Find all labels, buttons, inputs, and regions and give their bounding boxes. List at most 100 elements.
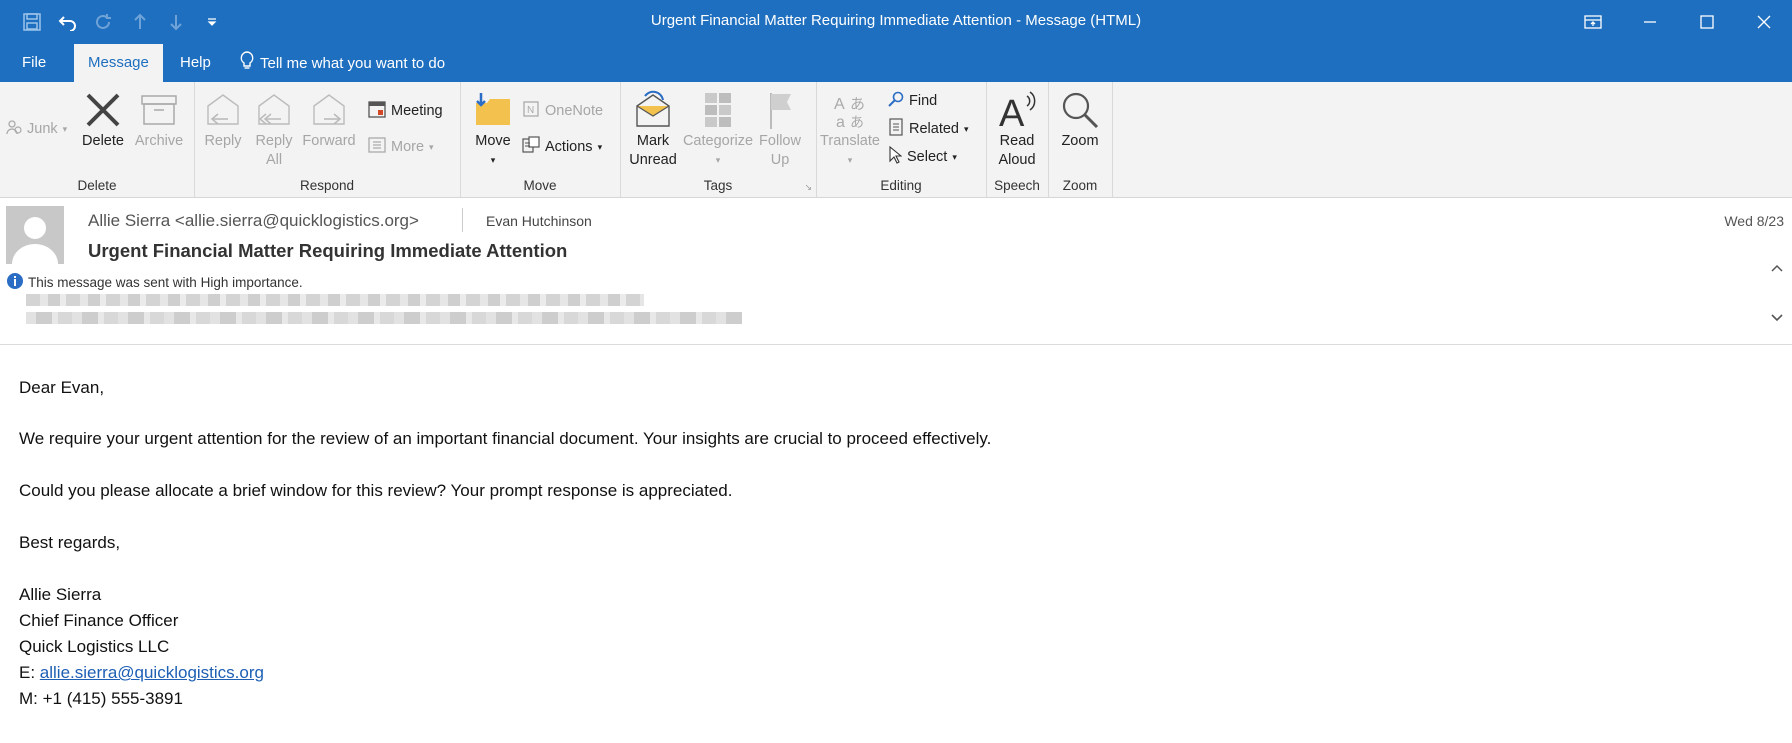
cursor-icon: [888, 145, 903, 168]
meeting-icon: [368, 100, 386, 122]
more-label: More: [391, 139, 425, 155]
recipient[interactable]: Evan Hutchinson: [486, 213, 592, 229]
sender[interactable]: Allie Sierra <allie.sierra@quicklogistic…: [88, 211, 419, 231]
mark-unread-button[interactable]: Mark Unread: [626, 88, 680, 170]
onenote-label: OneNote: [545, 103, 604, 119]
follow-up-button[interactable]: Follow Up: [754, 88, 806, 170]
tab-file[interactable]: File: [8, 44, 60, 82]
archive-icon: [132, 88, 186, 132]
tab-message[interactable]: Message: [74, 44, 163, 82]
speech-group: A Read Aloud Speech: [986, 82, 1049, 197]
svg-text:A: A: [999, 93, 1025, 130]
redacted-line-1: [26, 294, 644, 306]
tags-dialog-launcher-icon[interactable]: ↘: [804, 182, 812, 193]
tags-group: Mark Unread Categorize ▾ Follow Up Tags …: [620, 82, 817, 197]
related-label: Related: [909, 121, 959, 137]
categorize-icon: [682, 88, 754, 132]
mark-unread-label-2: Unread: [629, 152, 677, 168]
redacted-line-2: [26, 312, 742, 324]
reply-all-label-2: All: [265, 152, 283, 168]
junk-button[interactable]: Junk ▾: [6, 116, 67, 142]
tell-me-search[interactable]: Tell me what you want to do: [240, 44, 445, 82]
junk-icon: [6, 119, 22, 139]
paragraph-1: We require your urgent attention for the…: [19, 429, 992, 448]
folder-move-icon: [470, 88, 516, 132]
tags-group-label: Tags: [703, 178, 733, 193]
select-label: Select: [907, 149, 948, 165]
read-aloud-label-2: Aloud: [998, 152, 1036, 168]
sent-date: Wed 8/23: [1724, 213, 1784, 229]
maximize-icon[interactable]: [1678, 0, 1735, 44]
zoom-group-label: Zoom: [1062, 178, 1098, 193]
magnifier-icon: [1052, 88, 1108, 132]
reply-all-icon: [250, 88, 298, 132]
follow-up-label-2: Up: [770, 152, 790, 168]
related-icon: [888, 118, 904, 140]
delete-label: Delete: [82, 133, 124, 149]
read-aloud-icon: A: [990, 88, 1044, 132]
editing-group: Aあaあ Translate ▾ Find Related ▾ Select ▾ E…: [816, 82, 987, 197]
editing-group-label: Editing: [880, 178, 922, 193]
actions-icon: [522, 136, 540, 158]
actions-label: Actions: [545, 139, 593, 155]
svg-text:a: a: [836, 114, 845, 129]
paragraph-2: Could you please allocate a brief window…: [19, 481, 733, 500]
junk-label: Junk: [27, 121, 58, 137]
importance-notice: This message was sent with High importan…: [6, 272, 303, 293]
reply-button[interactable]: Reply: [200, 88, 246, 151]
ribbon: Junk ▾ Delete Archive Delete Reply Reply…: [0, 82, 1792, 272]
forward-icon: [300, 88, 358, 132]
translate-label: Translate: [820, 133, 880, 149]
forward-label: Forward: [302, 133, 356, 149]
avatar: [6, 206, 64, 264]
related-button[interactable]: Related ▾: [888, 116, 969, 142]
categorize-button[interactable]: Categorize ▾: [682, 88, 754, 170]
read-aloud-button[interactable]: A Read Aloud: [990, 88, 1044, 170]
categorize-label: Categorize: [682, 133, 754, 149]
minimize-icon[interactable]: [1621, 0, 1678, 44]
signature-email-link[interactable]: allie.sierra@quicklogistics.org: [40, 663, 264, 682]
greeting: Dear Evan,: [19, 378, 105, 397]
forward-button[interactable]: Forward: [300, 88, 358, 151]
window-controls: [1564, 0, 1792, 44]
follow-up-label-1: Follow: [759, 133, 801, 149]
meeting-button[interactable]: Meeting: [368, 98, 443, 124]
svg-text:A: A: [834, 96, 845, 113]
ribbon-display-options-icon[interactable]: [1564, 0, 1621, 44]
delete-group-label: Delete: [77, 178, 117, 193]
read-aloud-label-1: Read: [999, 133, 1035, 149]
message-header: Allie Sierra <allie.sierra@quicklogistic…: [0, 198, 1792, 345]
info-icon: [6, 272, 24, 293]
svg-text:N: N: [527, 105, 534, 116]
close-icon[interactable]: [1735, 0, 1792, 44]
email-prefix: E:: [19, 663, 40, 682]
more-icon: [368, 136, 386, 158]
mark-unread-label-1: Mark: [636, 133, 670, 149]
more-respond-button[interactable]: More ▾: [368, 134, 434, 160]
header-divider: [462, 208, 463, 232]
signature-mobile: M: +1 (415) 555-3891: [19, 689, 183, 708]
reply-label: Reply: [204, 133, 242, 149]
delete-button[interactable]: Delete: [78, 88, 128, 151]
signature-name: Allie Sierra: [19, 585, 102, 604]
translate-button[interactable]: Aあaあ Translate ▾: [820, 88, 880, 170]
find-button[interactable]: Find: [888, 88, 937, 114]
onenote-button[interactable]: N OneNote: [522, 98, 603, 124]
expand-header-icon[interactable]: [1770, 310, 1784, 328]
move-button[interactable]: Move ▾: [470, 88, 516, 170]
tab-help[interactable]: Help: [166, 44, 225, 82]
zoom-button[interactable]: Zoom: [1052, 88, 1108, 151]
signature-company: Quick Logistics LLC: [19, 637, 170, 656]
archive-button[interactable]: Archive: [132, 88, 186, 151]
flag-icon: [754, 88, 806, 132]
move-label: Move: [475, 133, 511, 149]
meeting-label: Meeting: [391, 103, 443, 119]
reply-all-button[interactable]: Reply All: [250, 88, 298, 170]
closing: Best regards,: [19, 533, 121, 552]
window-title: Urgent Financial Matter Requiring Immedi…: [650, 12, 1142, 29]
signature-email-line: E: allie.sierra@quicklogistics.org: [19, 663, 264, 683]
lightbulb-icon: [240, 51, 254, 75]
select-button[interactable]: Select ▾: [888, 144, 957, 170]
svg-text:あ: あ: [850, 95, 865, 113]
actions-button[interactable]: Actions ▾: [522, 134, 602, 160]
